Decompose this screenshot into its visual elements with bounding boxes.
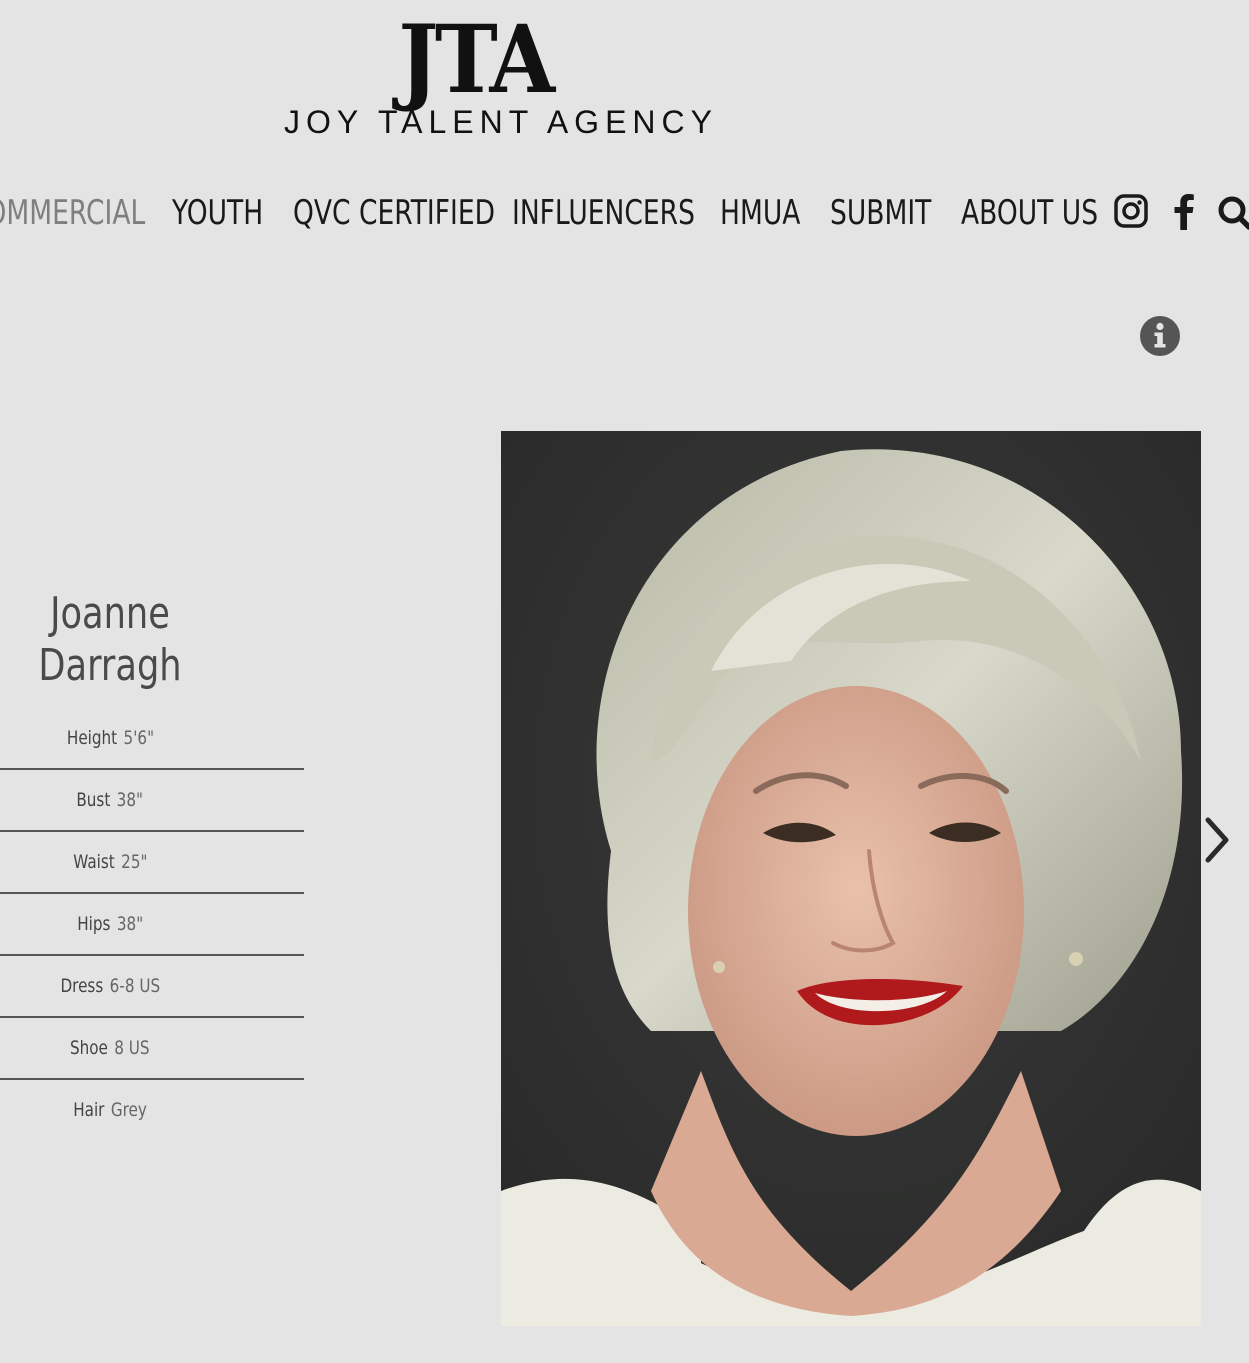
stat-value: 8 US: [114, 1037, 150, 1059]
stat-value: Grey: [110, 1099, 147, 1121]
info-icon[interactable]: [1138, 314, 1182, 363]
nav-item-submit[interactable]: SUBMIT: [830, 190, 931, 236]
profile-last-name: Darragh: [38, 640, 182, 691]
nav-item-commercial[interactable]: COMMERCIAL: [0, 190, 145, 236]
stat-value: 38": [116, 789, 144, 811]
nav-item-qvc-certified[interactable]: QVC CERTIFIED: [293, 190, 495, 236]
stat-label: Shoe: [70, 1037, 109, 1059]
nav-item-influencers[interactable]: INFLUENCERS: [512, 190, 695, 236]
instagram-icon[interactable]: [1114, 192, 1148, 237]
stat-row-shoe: Shoe 8 US: [0, 1018, 304, 1080]
stat-label: Hair: [73, 1099, 105, 1121]
stat-row-waist: Waist 25": [0, 832, 304, 894]
search-icon[interactable]: [1217, 192, 1249, 237]
next-arrow-icon[interactable]: [1200, 812, 1234, 873]
stat-label: Dress: [60, 975, 103, 997]
nav-item-youth[interactable]: YOUTH: [172, 190, 263, 236]
measurements-list: Height 5'6" Bust 38" Waist 25" Hips 38" Dres…: [0, 708, 304, 1140]
stat-label: Bust: [76, 789, 111, 811]
nav-item-hmua[interactable]: HMUA: [720, 190, 800, 236]
stat-row-height: Height 5'6": [0, 708, 304, 770]
stat-label: Height: [66, 727, 117, 749]
facebook-icon[interactable]: [1172, 192, 1196, 237]
nav-item-about-us[interactable]: ABOUT US: [961, 190, 1098, 236]
stat-row-hips: Hips 38": [0, 894, 304, 956]
stat-value: 6-8 US: [109, 975, 160, 997]
main-nav: COMMERCIAL YOUTH QVC CERTIFIED INFLUENCE…: [0, 190, 1249, 236]
headshot-illustration: [501, 431, 1201, 1326]
stat-label: Hips: [77, 913, 111, 935]
profile-name: Joanne Darragh: [0, 588, 220, 692]
stat-row-dress: Dress 6-8 US: [0, 956, 304, 1018]
logo-mark: JTA: [398, 5, 555, 115]
stat-row-hair: Hair Grey: [0, 1080, 304, 1140]
stat-value: 38": [116, 913, 143, 935]
stat-row-bust: Bust 38": [0, 770, 304, 832]
profile-headshot[interactable]: [501, 431, 1201, 1326]
stat-label: Waist: [72, 851, 115, 873]
site-logo[interactable]: JTA JOY TALENT AGENCY: [284, 5, 712, 141]
profile-first-name: Joanne: [50, 588, 170, 639]
stat-value: 5'6": [123, 727, 154, 749]
stat-value: 25": [120, 851, 148, 873]
